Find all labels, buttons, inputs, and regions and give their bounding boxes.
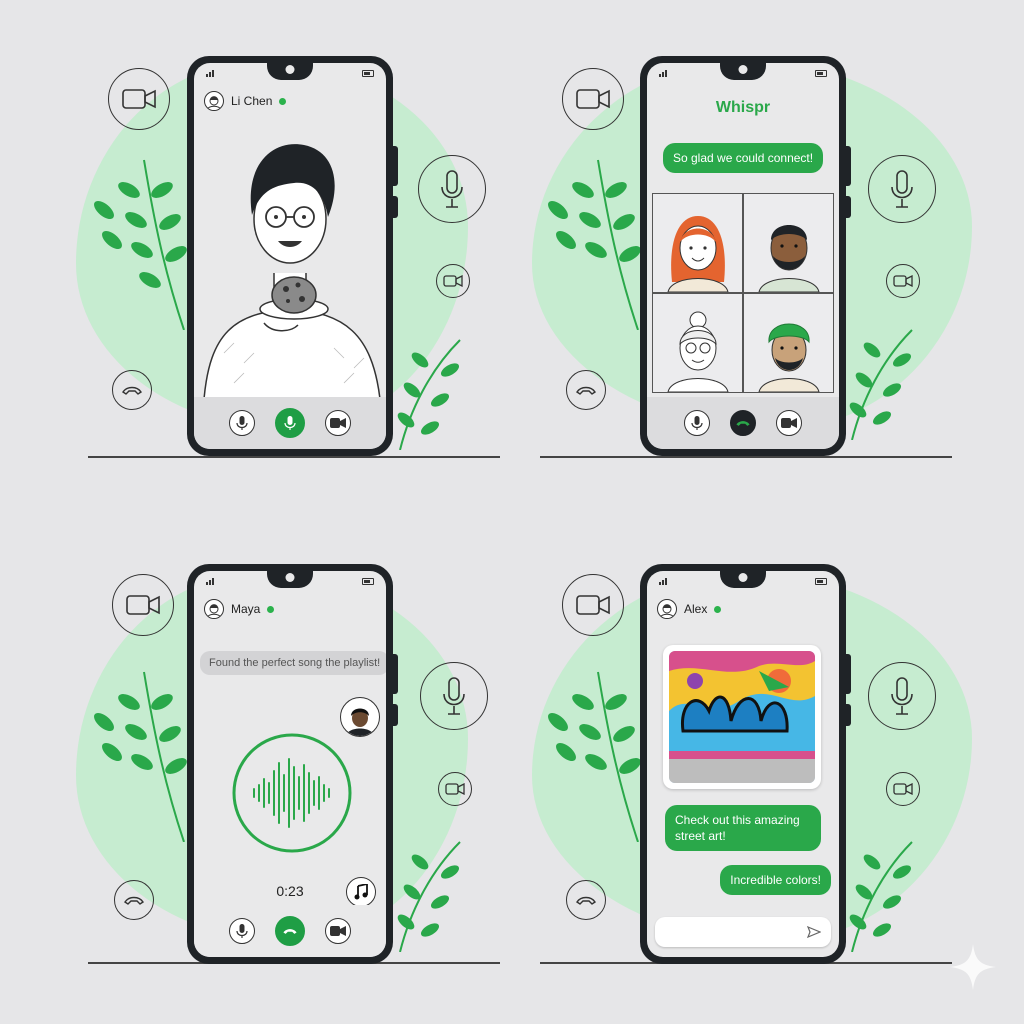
phone-screen: Whispr So glad we could connect! xyxy=(647,63,839,449)
contact-name: Maya xyxy=(231,602,261,616)
signal-icon xyxy=(206,70,214,77)
music-note-icon[interactable] xyxy=(346,877,376,907)
video-small-icon xyxy=(886,264,920,298)
phone-screen: Alex Check out this amazing street art! … xyxy=(647,571,839,957)
microphone-icon xyxy=(868,155,936,223)
mute-button[interactable] xyxy=(229,410,255,436)
leaf-sprig-right xyxy=(849,329,913,440)
message-bubble: So glad we could connect! xyxy=(663,143,824,174)
sparkle-icon xyxy=(950,944,996,990)
message-bubble: Found the perfect song the playlist! xyxy=(200,651,386,675)
street-art-image xyxy=(669,651,815,783)
panel-video-call: Li Chen xyxy=(0,0,512,512)
phone-icon xyxy=(566,370,606,410)
phone: Li Chen xyxy=(187,56,398,456)
call-controls xyxy=(194,905,386,957)
video-small-icon xyxy=(438,772,472,806)
online-status-dot xyxy=(267,605,275,613)
message-input[interactable] xyxy=(655,917,831,947)
online-status-dot xyxy=(714,605,722,613)
leaf-sprig-left xyxy=(548,159,641,330)
caller-illustration xyxy=(203,144,381,399)
phone-screen: Li Chen xyxy=(194,63,386,449)
signal-icon xyxy=(659,70,667,77)
contact-header[interactable]: Alex xyxy=(657,599,722,619)
video-small-icon xyxy=(436,264,470,298)
phone-icon xyxy=(112,370,152,410)
avatar xyxy=(204,599,224,619)
panel-group-call: Whispr So glad we could connect! xyxy=(512,0,1024,512)
participant-tile[interactable] xyxy=(653,294,742,392)
video-toggle-button[interactable] xyxy=(325,410,351,436)
battery-icon xyxy=(815,70,827,77)
contact-header[interactable]: Li Chen xyxy=(204,91,287,111)
participant-grid xyxy=(652,193,834,393)
microphone-icon xyxy=(868,662,936,730)
battery-icon xyxy=(362,578,374,585)
phone: Alex Check out this amazing street art! … xyxy=(640,564,851,964)
battery-icon xyxy=(815,578,827,585)
message-bubble: Check out this amazing street art! xyxy=(665,805,821,852)
avatar xyxy=(204,91,224,111)
microphone-active-button[interactable] xyxy=(275,408,305,438)
avatar xyxy=(657,599,677,619)
video-icon xyxy=(112,574,174,636)
contact-name: Alex xyxy=(684,602,708,616)
microphone-icon xyxy=(420,662,488,730)
phone-icon xyxy=(566,880,606,920)
leaf-sprig-right xyxy=(849,841,913,952)
app-title: Whispr xyxy=(715,99,771,116)
microphone-icon xyxy=(418,155,486,223)
video-icon xyxy=(108,68,170,130)
phone-screen: Maya Found the perfect song the playlist… xyxy=(194,571,386,957)
leaf-sprig-left xyxy=(94,159,187,330)
panel-voice-message: Maya Found the perfect song the playlist… xyxy=(0,512,512,1024)
contact-header[interactable]: Maya xyxy=(204,599,275,619)
online-status-dot xyxy=(279,97,287,105)
mute-button[interactable] xyxy=(684,410,710,436)
voice-waveform xyxy=(232,733,352,853)
participant-tile[interactable] xyxy=(744,194,833,292)
panel-photo-chat: Alex Check out this amazing street art! … xyxy=(512,512,1024,1024)
call-controls xyxy=(647,397,839,449)
leaf-sprig-right xyxy=(397,841,461,952)
leaf-sprig-right xyxy=(397,339,461,450)
mute-button[interactable] xyxy=(229,918,255,944)
video-icon xyxy=(562,68,624,130)
signal-icon xyxy=(206,578,214,585)
ground-line xyxy=(540,456,952,458)
video-icon xyxy=(562,574,624,636)
phone: Maya Found the perfect song the playlist… xyxy=(187,564,398,964)
shared-photo[interactable] xyxy=(663,645,821,789)
video-toggle-button[interactable] xyxy=(776,410,802,436)
contact-name: Li Chen xyxy=(231,94,273,108)
video-toggle-button[interactable] xyxy=(325,918,351,944)
participant-tile[interactable] xyxy=(744,294,833,392)
video-small-icon xyxy=(886,772,920,806)
signal-icon xyxy=(659,578,667,585)
leaf-sprig-left xyxy=(94,671,187,842)
call-controls xyxy=(194,397,386,449)
participant-tile[interactable] xyxy=(653,194,742,292)
message-bubble: Incredible colors! xyxy=(720,865,831,896)
phone: Whispr So glad we could connect! xyxy=(640,56,851,456)
phone-icon xyxy=(114,880,154,920)
battery-icon xyxy=(362,70,374,77)
leaf-sprig-left xyxy=(548,671,641,842)
end-call-button[interactable] xyxy=(730,410,756,436)
end-call-button[interactable] xyxy=(275,916,305,946)
ground-line xyxy=(88,456,500,458)
send-icon[interactable] xyxy=(807,926,821,938)
